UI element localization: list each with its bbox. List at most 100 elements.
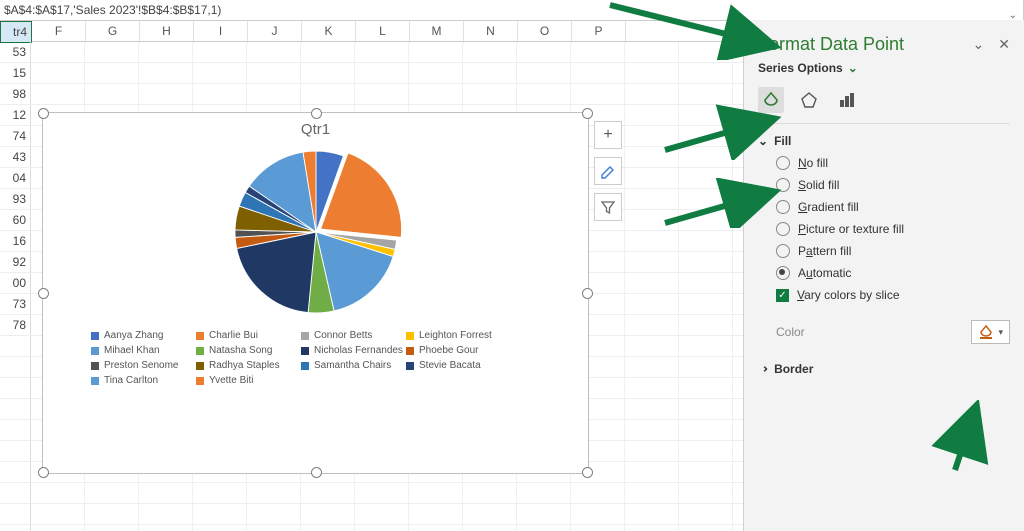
cell[interactable]	[463, 63, 517, 83]
cell[interactable]	[625, 525, 679, 531]
cell[interactable]	[409, 525, 463, 531]
cell[interactable]	[625, 189, 679, 209]
cell[interactable]	[679, 315, 733, 335]
cell[interactable]	[247, 504, 301, 524]
cell[interactable]	[625, 420, 679, 440]
cell[interactable]	[679, 294, 733, 314]
cell[interactable]	[463, 84, 517, 104]
cell[interactable]	[625, 105, 679, 125]
cell[interactable]	[679, 525, 733, 531]
column-header[interactable]: N	[464, 21, 518, 41]
legend-item[interactable]: Natasha Song	[196, 345, 301, 356]
cell[interactable]	[679, 105, 733, 125]
legend-item[interactable]: Charlie Bui	[196, 330, 301, 341]
cell[interactable]	[31, 42, 85, 62]
cell[interactable]	[625, 336, 679, 356]
panel-collapse-icon[interactable]: ⌄	[973, 36, 985, 53]
cell[interactable]	[193, 504, 247, 524]
column-header[interactable]: J	[248, 21, 302, 41]
cell[interactable]	[247, 63, 301, 83]
cell[interactable]	[679, 252, 733, 272]
cell[interactable]: 12	[0, 105, 31, 125]
cell[interactable]	[679, 231, 733, 251]
resize-handle[interactable]	[38, 288, 49, 299]
cell[interactable]	[571, 42, 625, 62]
cell[interactable]	[139, 525, 193, 531]
cell[interactable]	[247, 84, 301, 104]
cell[interactable]	[0, 399, 31, 419]
solid-fill-option[interactable]: Solid fill	[776, 178, 1010, 192]
pie-chart[interactable]	[43, 142, 588, 322]
column-header[interactable]: O	[518, 21, 572, 41]
effects-tab[interactable]	[796, 87, 822, 113]
cell[interactable]	[625, 42, 679, 62]
cell[interactable]	[517, 42, 571, 62]
cell[interactable]	[679, 63, 733, 83]
cell[interactable]	[409, 84, 463, 104]
cell[interactable]	[31, 504, 85, 524]
picture-fill-option[interactable]: Picture or texture fill	[776, 222, 1010, 236]
legend-item[interactable]: Yvette Biti	[196, 375, 301, 386]
cell[interactable]	[193, 483, 247, 503]
cell[interactable]: 98	[0, 84, 31, 104]
cell[interactable]	[679, 441, 733, 461]
legend-item[interactable]: Connor Betts	[301, 330, 406, 341]
fill-section-header[interactable]: ⌄ Fill	[744, 134, 1024, 156]
cell[interactable]	[31, 483, 85, 503]
legend-item[interactable]: Nicholas Fernandes	[301, 345, 406, 356]
cell[interactable]	[247, 483, 301, 503]
cell[interactable]	[355, 483, 409, 503]
cell[interactable]	[571, 63, 625, 83]
cell[interactable]	[355, 525, 409, 531]
cell[interactable]	[0, 483, 31, 503]
cell[interactable]	[625, 252, 679, 272]
cell[interactable]	[625, 210, 679, 230]
cell[interactable]	[301, 525, 355, 531]
cell[interactable]	[139, 504, 193, 524]
cell[interactable]	[625, 357, 679, 377]
cell[interactable]	[517, 84, 571, 104]
cell[interactable]	[0, 525, 31, 531]
cell[interactable]	[139, 84, 193, 104]
cell[interactable]: 78	[0, 315, 31, 335]
cell[interactable]	[85, 504, 139, 524]
cell[interactable]	[517, 483, 571, 503]
cell[interactable]	[355, 63, 409, 83]
cell[interactable]	[625, 483, 679, 503]
cell[interactable]	[301, 84, 355, 104]
cell[interactable]	[571, 525, 625, 531]
cell[interactable]	[625, 63, 679, 83]
cell[interactable]	[679, 378, 733, 398]
cell[interactable]	[409, 483, 463, 503]
gradient-fill-option[interactable]: Gradient fill	[776, 200, 1010, 214]
cell[interactable]	[625, 231, 679, 251]
cell[interactable]	[85, 42, 139, 62]
cell[interactable]	[625, 378, 679, 398]
cell[interactable]	[139, 63, 193, 83]
cell[interactable]	[625, 315, 679, 335]
spreadsheet-grid[interactable]: 5315981274430493601692007378 Qtr1 Aanya …	[0, 42, 744, 531]
cell[interactable]	[679, 42, 733, 62]
cell[interactable]	[517, 525, 571, 531]
cell[interactable]	[679, 420, 733, 440]
column-header[interactable]: H	[140, 21, 194, 41]
cell[interactable]: 16	[0, 231, 31, 251]
legend-item[interactable]: Samantha Chairs	[301, 360, 406, 371]
cell[interactable]	[679, 399, 733, 419]
cell[interactable]	[301, 483, 355, 503]
cell[interactable]	[409, 504, 463, 524]
cell[interactable]	[571, 483, 625, 503]
cell[interactable]	[679, 483, 733, 503]
cell[interactable]	[0, 420, 31, 440]
cell[interactable]	[625, 126, 679, 146]
legend-item[interactable]: Phoebe Gour	[406, 345, 511, 356]
cell[interactable]	[625, 147, 679, 167]
cell[interactable]	[463, 504, 517, 524]
cell[interactable]: 73	[0, 294, 31, 314]
cell[interactable]	[193, 63, 247, 83]
series-options-dropdown[interactable]: Series Options ⌄	[744, 61, 1024, 83]
resize-handle[interactable]	[38, 467, 49, 478]
cell[interactable]	[679, 273, 733, 293]
cell[interactable]	[31, 63, 85, 83]
cell[interactable]	[355, 42, 409, 62]
